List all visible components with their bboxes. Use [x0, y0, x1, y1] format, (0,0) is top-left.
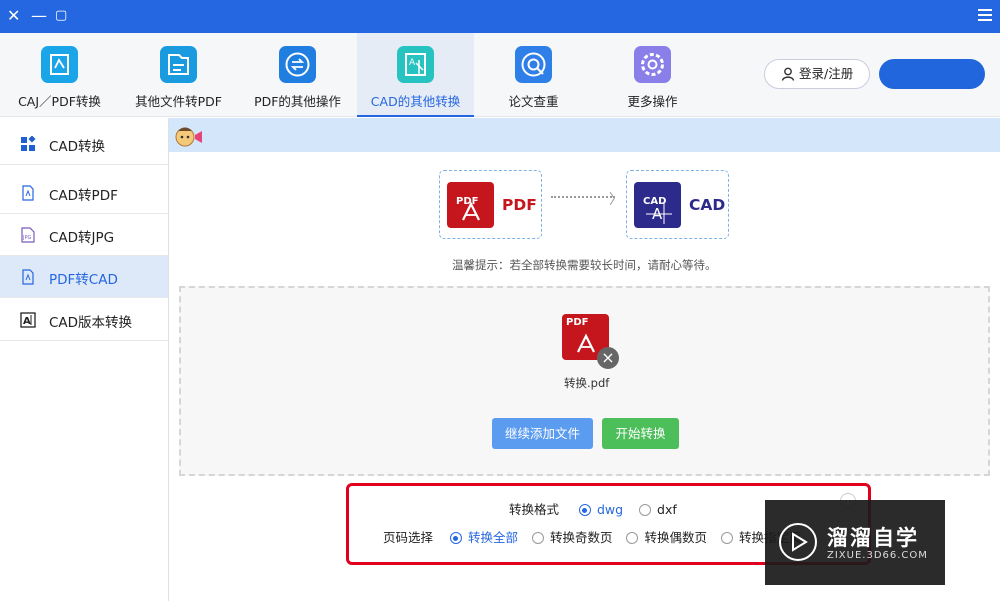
tab-cad-convert[interactable]: A CAD的其他转换	[357, 33, 474, 117]
watermark-url: ZIXUE.3D66.COM	[827, 550, 928, 561]
tab-pdf-ops[interactable]: PDF的其他操作	[238, 33, 357, 117]
svg-text:A: A	[409, 58, 416, 68]
cad-convert-icon: A	[397, 46, 434, 83]
remove-file-icon[interactable]: ×	[597, 347, 619, 369]
page-option-even[interactable]: 转换偶数页	[626, 530, 707, 545]
add-file-button[interactable]: 继续添加文件	[492, 418, 593, 449]
sidebar-item-label: PDF转CAD	[49, 272, 118, 288]
radio-icon	[626, 532, 639, 544]
sidebar-item-label: CAD转换	[49, 139, 106, 155]
radio-icon	[449, 532, 462, 544]
tab-label: PDF的其他操作	[254, 94, 341, 109]
tab-label: CAJ／PDF转换	[18, 94, 101, 109]
tab-paper-check[interactable]: 论文查重	[474, 33, 593, 117]
page-row: 页码选择 转换全部 转换奇数页 转换偶数页 转换指定页	[383, 527, 801, 546]
file-icon-text: PDF	[566, 317, 589, 328]
active-tab-indicator	[357, 115, 474, 117]
jpg-doc-icon: JPG	[21, 227, 35, 243]
tab-label: 更多操作	[627, 94, 678, 109]
watermark-logo: 溜溜自学 ZIXUE.3D66.COM	[765, 500, 945, 585]
sidebar-item-label: CAD版本转换	[49, 315, 133, 331]
cad-file-icon: CAD A	[634, 182, 681, 228]
paper-check-icon	[515, 46, 552, 83]
cad-version-icon: A	[20, 312, 36, 328]
format-option-dwg[interactable]: dwg	[578, 502, 623, 517]
tab-label: CAD的其他转换	[370, 94, 461, 109]
target-format-card: CAD A CAD	[626, 170, 729, 239]
tab-label: 其他文件转PDF	[135, 94, 222, 109]
menu-icon[interactable]	[978, 6, 992, 24]
vip-button[interactable]	[879, 59, 985, 89]
svg-text:JPG: JPG	[22, 235, 31, 241]
login-label: 登录/注册	[799, 66, 854, 81]
tab-more-ops[interactable]: 更多操作	[593, 33, 712, 117]
source-format-card: PDF PDF	[439, 170, 542, 239]
pdf-doc-icon	[22, 185, 34, 201]
radio-icon	[578, 504, 591, 516]
sidebar-item-label: CAD转JPG	[49, 230, 115, 246]
tip-text: 温馨提示：若全部转换需要较长时间，请耐心等待。	[452, 258, 717, 272]
pdf-ops-icon	[279, 46, 316, 83]
convert-arrow	[551, 196, 615, 198]
main-toolbar: CAJ／PDF转换 其他文件转PDF PDF的其他操作 A CAD的其他转换 论…	[0, 33, 1000, 117]
format-label: 转换格式	[509, 502, 560, 517]
target-format-label: CAD	[689, 196, 726, 214]
sidebar: CAD转换 CAD转PDF JPG CAD转JPG PDF转CAD A CAD版…	[0, 118, 169, 601]
title-bar: ✕ — ▢	[0, 0, 1000, 33]
radio-icon	[720, 532, 733, 544]
caj-pdf-icon	[41, 46, 78, 83]
login-button[interactable]: 登录/注册	[764, 59, 870, 89]
grid-icon	[21, 136, 36, 151]
page-option-odd[interactable]: 转换奇数页	[531, 530, 612, 545]
source-format-label: PDF	[502, 196, 537, 214]
svg-text:A: A	[23, 316, 31, 327]
notice-banner	[169, 118, 1000, 152]
sidebar-item-label: CAD转PDF	[49, 188, 118, 204]
sidebar-item-pdf-to-cad[interactable]: PDF转CAD	[0, 256, 168, 298]
minimize-icon[interactable]: —	[31, 4, 47, 28]
mascot-icon	[175, 127, 202, 147]
close-icon[interactable]: ✕	[7, 4, 20, 28]
sidebar-item-cad-version[interactable]: A CAD版本转换	[0, 299, 168, 341]
pdf-file-icon: PDF	[447, 182, 494, 228]
user-icon	[781, 67, 795, 81]
file-to-pdf-icon	[160, 46, 197, 83]
page-label: 页码选择	[383, 530, 434, 545]
pdf-doc-icon	[22, 269, 34, 285]
sidebar-item-cad-to-pdf[interactable]: CAD转PDF	[0, 172, 168, 214]
radio-icon	[531, 532, 544, 544]
start-convert-button[interactable]: 开始转换	[602, 418, 679, 449]
tab-file-to-pdf[interactable]: 其他文件转PDF	[119, 33, 238, 117]
format-row: 转换格式 dwg dxf	[509, 499, 677, 518]
arrow-head-icon: 〉	[609, 192, 623, 208]
sidebar-item-cad-convert[interactable]: CAD转换	[0, 123, 168, 165]
play-logo-icon	[779, 523, 817, 561]
format-option-dxf[interactable]: dxf	[639, 502, 677, 517]
file-drop-zone[interactable]: PDF × 转换.pdf 继续添加文件 开始转换	[179, 286, 990, 476]
file-name: 转换.pdf	[564, 376, 610, 390]
watermark-title: 溜溜自学	[827, 526, 919, 550]
tab-caj-pdf[interactable]: CAJ／PDF转换	[0, 33, 119, 117]
radio-icon	[639, 504, 652, 516]
tab-label: 论文查重	[508, 94, 559, 109]
more-ops-icon	[634, 46, 671, 83]
maximize-icon[interactable]: ▢	[55, 4, 67, 28]
page-option-all[interactable]: 转换全部	[449, 530, 518, 545]
sidebar-item-cad-to-jpg[interactable]: JPG CAD转JPG	[0, 214, 168, 256]
